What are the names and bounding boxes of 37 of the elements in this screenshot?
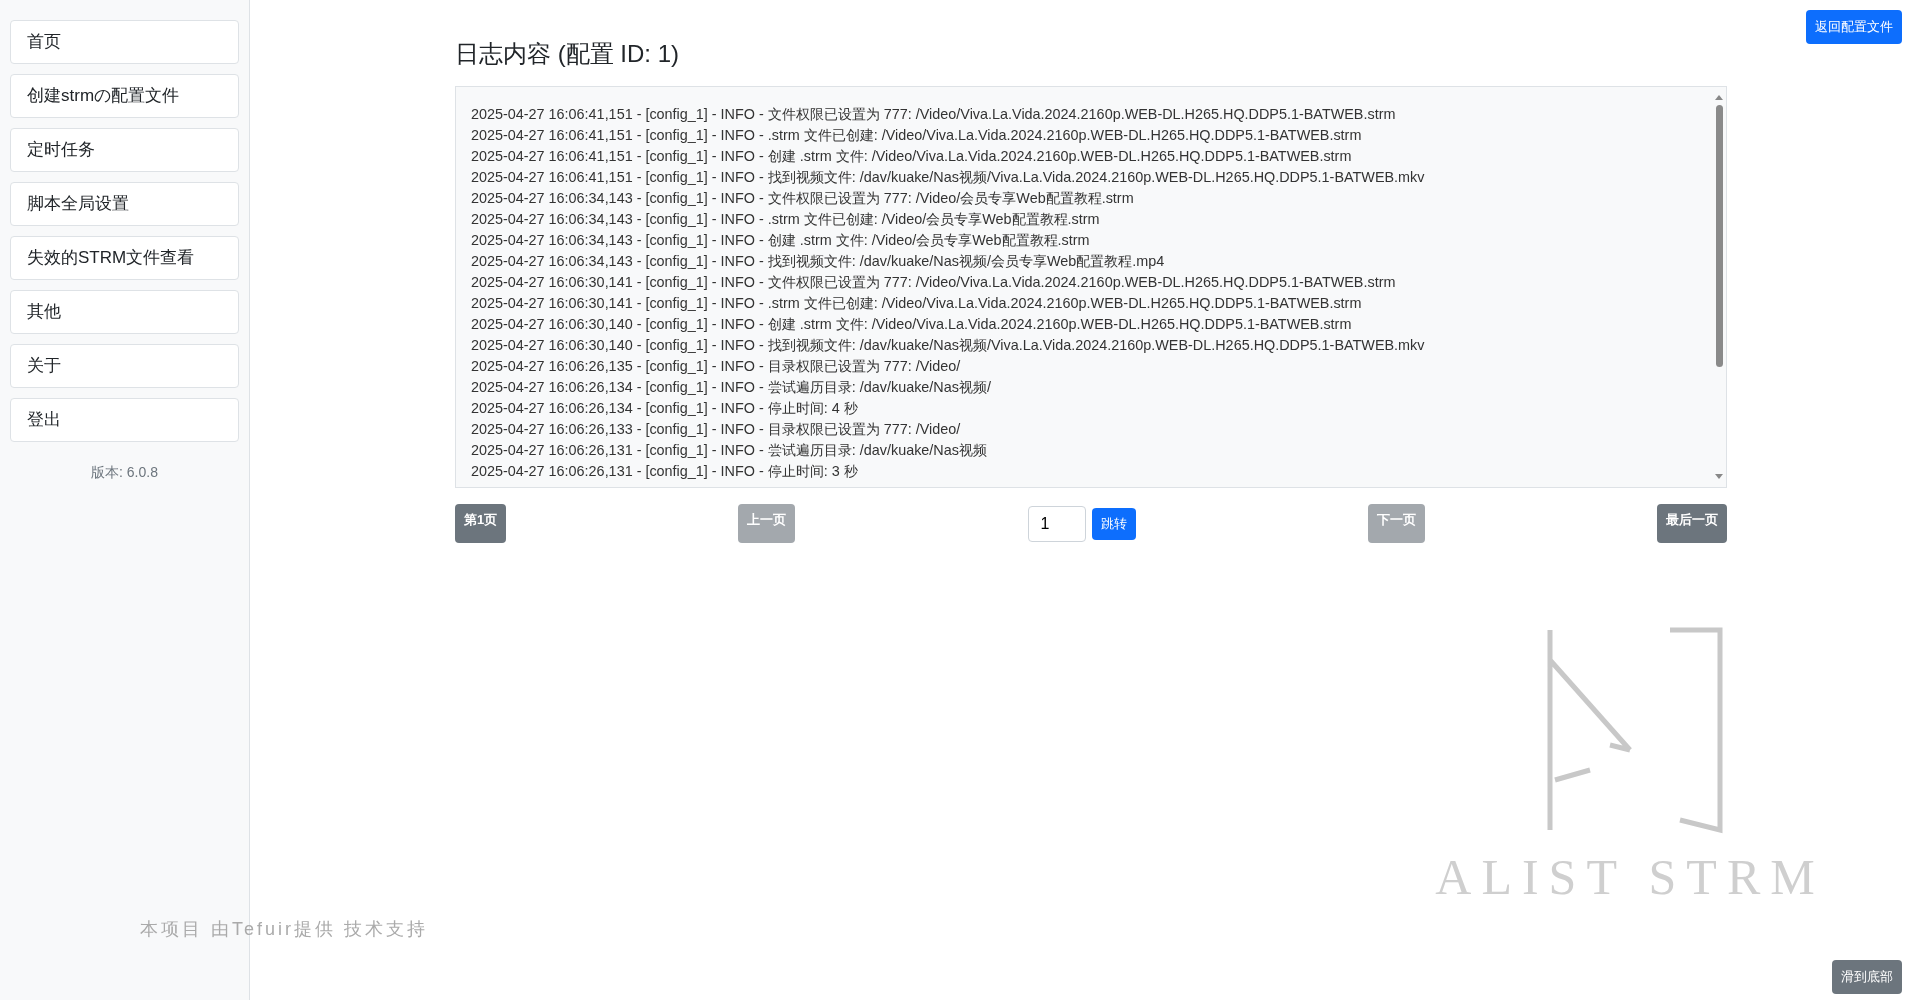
sidebar-item[interactable]: 首页	[10, 20, 239, 64]
log-line: 2025-04-27 16:06:26,133 - [config_1] - INFO - 目录权限已设置为 777: /Video/	[471, 420, 962, 439]
sidebar-item[interactable]: 失效的STRM文件查看	[10, 236, 239, 280]
log-line: 2025-04-27 16:06:26,131 - [config_1] - INFO - 尝试遍历目录: /dav/kuake/Nas视频	[471, 441, 988, 460]
jump-button[interactable]: 跳转	[1091, 507, 1136, 540]
sidebar-item[interactable]: 定时任务	[10, 128, 239, 172]
log-line: 2025-04-27 16:06:26,135 - [config_1] - INFO - 目录权限已设置为 777: /Video/	[471, 357, 962, 376]
last-page-button[interactable]: 最后一页	[1657, 504, 1727, 543]
log-line: 2025-04-27 16:06:41,151 - [config_1] - INFO - 创建 .strm 文件: /Video/Viva.La.Vida.2024.2160p.WEB-DL.H265.HQ.DDP5.1-BATWEB.strm	[471, 147, 1353, 166]
page-number-field[interactable]: 1	[1027, 505, 1086, 542]
log-line: 2025-04-27 16:06:41,151 - [config_1] - INFO - 文件权限已设置为 777: /Video/Viva.La.Vida.2024.2160p.WEB-DL.H265.HQ.DDP5.1-BATWEB.strm	[471, 105, 1397, 124]
log-line: 2025-04-27 16:06:34,143 - [config_1] - INFO - .strm 文件已创建: /Video/会员专享Web配置教程.strm	[471, 210, 1101, 229]
log-line: 2025-04-27 16:06:30,141 - [config_1] - INFO - .strm 文件已创建: /Video/Viva.La.Vida.2024.2160p.WEB-DL.H265.HQ.DDP5.1-BATWEB.strm	[471, 294, 1363, 313]
log-line: 2025-04-27 16:06:26,134 - [config_1] - INFO - 尝试遍历目录: /dav/kuake/Nas视频/	[471, 378, 992, 397]
log-line: 2025-04-27 16:06:34,143 - [config_1] - INFO - 找到视频文件: /dav/kuake/Nas视频/会员专享Web配置教程.mp4	[471, 252, 1166, 271]
version-text: 版本: 6.0.8	[90, 464, 159, 482]
log-line: 2025-04-27 16:06:30,141 - [config_1] - INFO - 文件权限已设置为 777: /Video/Viva.La.Vida.2024.2160p.WEB-DL.H265.HQ.DDP5.1-BATWEB.strm	[471, 273, 1397, 292]
sidebar-item[interactable]: 创建strmの配置文件	[10, 74, 239, 118]
page-title: 日志内容 (配置 ID: 1)	[455, 39, 680, 69]
log-line: 2025-04-27 16:06:26,134 - [config_1] - INFO - 停止时间: 4 秒	[471, 399, 859, 418]
log-line: 2025-04-27 16:06:30,140 - [config_1] - INFO - 找到视频文件: /dav/kuake/Nas视频/Viva.La.Vida.2024.2160p.WEB-DL.H265.HQ.DDP5.1-BATWEB.mkv	[471, 336, 1426, 355]
log-line: 2025-04-27 16:06:34,143 - [config_1] - INFO - 创建 .strm 文件: /Video/会员专享Web配置教程.strm	[471, 231, 1091, 250]
log-line: 2025-04-27 16:06:26,131 - [config_1] - INFO - 停止时间: 3 秒	[471, 462, 859, 481]
sidebar-item[interactable]: 关于	[10, 344, 239, 388]
scroll-up-arrow-icon[interactable]	[1714, 93, 1724, 101]
footer-text: 本项目 由Tefuir提供 技术支持	[140, 918, 429, 941]
scroll-down-arrow-icon[interactable]	[1714, 473, 1724, 481]
scroll-to-bottom-button[interactable]: 滑到底部	[1832, 960, 1902, 994]
sidebar-item[interactable]: 脚本全局设置	[10, 182, 239, 226]
log-line: 2025-04-27 16:06:41,151 - [config_1] - INFO - .strm 文件已创建: /Video/Viva.La.Vida.2024.2160p.WEB-DL.H265.HQ.DDP5.1-BATWEB.strm	[471, 126, 1363, 145]
first-page-button[interactable]: 第1页	[455, 504, 507, 543]
sidebar-item[interactable]: 登出	[10, 398, 239, 442]
back-to-config-button[interactable]: 返回配置文件	[1806, 10, 1902, 44]
sidebar-item[interactable]: 其他	[10, 290, 239, 334]
log-line: 2025-04-27 16:06:34,143 - [config_1] - INFO - 文件权限已设置为 777: /Video/会员专享Web配置教程.strm	[471, 189, 1135, 208]
log-line: 2025-04-27 16:06:30,140 - [config_1] - INFO - 创建 .strm 文件: /Video/Viva.La.Vida.2024.2160p.WEB-DL.H265.HQ.DDP5.1-BATWEB.strm	[471, 315, 1353, 334]
log-line: 2025-04-27 16:06:41,151 - [config_1] - INFO - 找到视频文件: /dav/kuake/Nas视频/Viva.La.Vida.2024.2160p.WEB-DL.H265.HQ.DDP5.1-BATWEB.mkv	[471, 168, 1426, 187]
